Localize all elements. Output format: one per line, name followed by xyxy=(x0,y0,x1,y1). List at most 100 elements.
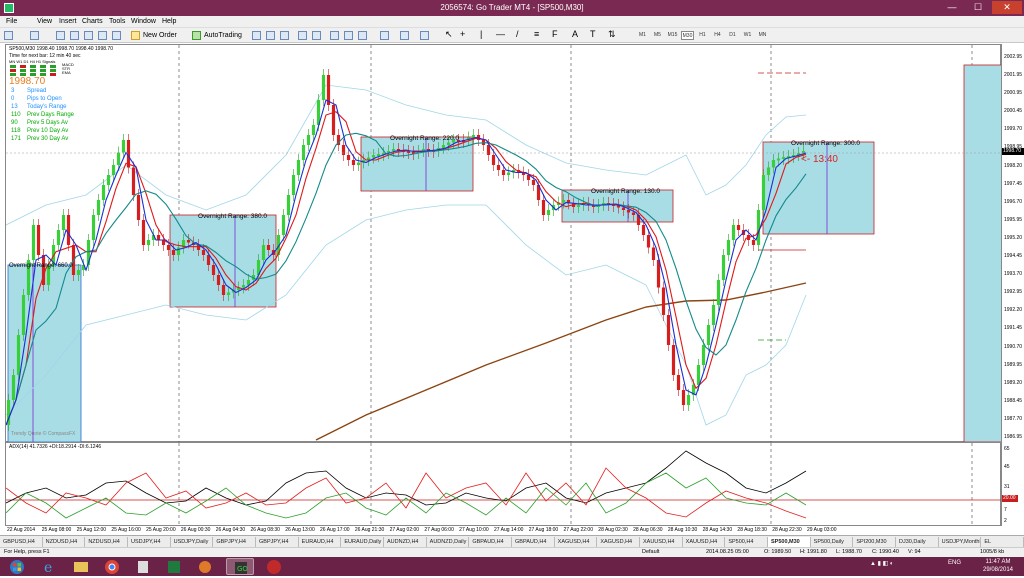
price-axis[interactable]: 2002.95 2001.95 2000.95 2000.45 1999.70 1998.… xyxy=(1001,44,1024,526)
time-axis-label: 26 Aug 13:00 xyxy=(285,527,315,533)
vertical-line-icon[interactable]: | xyxy=(480,29,482,39)
tile-windows-icon[interactable] xyxy=(330,31,339,40)
new-order-button[interactable]: New Order xyxy=(143,32,177,39)
channel-icon[interactable]: ≡ xyxy=(534,29,539,39)
chart-tab[interactable]: XAUUSD,H4 xyxy=(640,537,683,547)
text-icon[interactable]: A xyxy=(572,29,578,39)
chart-tab[interactable]: NZDUSD,H4 xyxy=(85,537,128,547)
chart-tab[interactable]: GBPJPY,H4 xyxy=(256,537,299,547)
menu-window[interactable]: Window xyxy=(131,18,156,25)
templates-icon[interactable] xyxy=(420,31,429,40)
close-button[interactable]: ✕ xyxy=(992,1,1022,14)
language-indicator[interactable]: ENG xyxy=(948,560,961,566)
chart-tab[interactable]: SP500,M30 xyxy=(768,537,811,547)
candle xyxy=(561,200,566,203)
bar-chart-icon[interactable] xyxy=(252,31,261,40)
metatrader-icon[interactable]: GO xyxy=(226,558,254,575)
chart-tab[interactable]: GBPAUD,H4 xyxy=(469,537,512,547)
calculator-icon[interactable] xyxy=(129,558,157,575)
chart-tab[interactable]: XAGUSD,H4 xyxy=(555,537,598,547)
trendline-icon[interactable]: / xyxy=(516,29,519,39)
chart-app-icon[interactable] xyxy=(260,558,288,575)
chart-shift-icon[interactable] xyxy=(344,31,353,40)
candle xyxy=(221,285,226,295)
line-chart-icon[interactable] xyxy=(280,31,289,40)
tf-m1[interactable]: M1 xyxy=(636,31,649,40)
start-button[interactable] xyxy=(2,558,32,575)
market-watch-icon[interactable] xyxy=(56,31,65,40)
chart-tab[interactable]: GBPJPY,H4 xyxy=(213,537,256,547)
price-axis-label: 1998.20 xyxy=(1004,162,1023,169)
tf-h4[interactable]: H4 xyxy=(711,31,724,40)
candle xyxy=(356,162,361,165)
tf-w1[interactable]: W1 xyxy=(741,31,754,40)
chart-tab[interactable]: SPI200,M30 xyxy=(853,537,896,547)
chart-tab[interactable]: USDJPY,Monthly xyxy=(939,537,982,547)
adx-indicator-pane[interactable]: ADX(14) 41.7326 +DI:18.2914 -DI:6.1246 xyxy=(5,442,1002,527)
cursor-icon[interactable]: ↖ xyxy=(445,29,453,40)
autotrading-button[interactable]: AutoTrading xyxy=(204,32,242,39)
chart-tab[interactable]: AUDNZD,H4 xyxy=(384,537,427,547)
chart-tab[interactable]: XAUUSD,H4 xyxy=(683,537,726,547)
menu-view[interactable]: View xyxy=(37,18,52,25)
ie-icon[interactable]: e xyxy=(36,558,64,576)
chart-tab[interactable]: DJ30,Daily xyxy=(896,537,939,547)
minimize-button[interactable]: — xyxy=(940,1,964,14)
chart-tab[interactable]: SP500,Daily xyxy=(811,537,854,547)
candle xyxy=(226,292,231,295)
paint-icon[interactable] xyxy=(191,558,219,575)
indicators-icon[interactable] xyxy=(380,31,389,40)
zoom-out-icon[interactable] xyxy=(312,31,321,40)
chart-tab[interactable]: AUDNZD,Daily xyxy=(427,537,470,547)
tf-d1[interactable]: D1 xyxy=(726,31,739,40)
crosshair-icon[interactable]: + xyxy=(460,29,465,39)
excel-icon[interactable] xyxy=(160,558,188,575)
navigator-icon[interactable] xyxy=(84,31,93,40)
chart-tab[interactable]: XAGUSD,H4 xyxy=(597,537,640,547)
chart-tab[interactable]: USDJPY,Daily xyxy=(171,537,214,547)
data-window-icon[interactable] xyxy=(70,31,79,40)
tf-m15[interactable]: M15 xyxy=(666,31,679,40)
price-chart-canvas[interactable] xyxy=(6,45,1002,443)
chart-tab[interactable]: NZDUSD,H4 xyxy=(43,537,86,547)
tf-h1[interactable]: H1 xyxy=(696,31,709,40)
new-chart-icon[interactable] xyxy=(4,31,13,40)
profiles-icon[interactable] xyxy=(30,31,39,40)
zoom-in-icon[interactable] xyxy=(298,31,307,40)
new-order-icon[interactable] xyxy=(131,31,140,40)
fibonacci-icon[interactable]: F xyxy=(552,29,558,39)
chart-tab[interactable]: GBPAUD,H4 xyxy=(512,537,555,547)
file-explorer-icon[interactable] xyxy=(67,558,95,575)
menu-tools[interactable]: Tools xyxy=(109,18,125,25)
periods-icon[interactable] xyxy=(400,31,409,40)
terminal-icon[interactable] xyxy=(98,31,107,40)
chart-tab[interactable]: GBPUSD,H4 xyxy=(0,537,43,547)
taskbar-clock[interactable]: 11:47 AM 29/08/2014 xyxy=(975,558,1021,574)
tester-icon[interactable] xyxy=(112,31,121,40)
chart-tab[interactable]: EURAUD,Daily xyxy=(341,537,384,547)
menu-insert[interactable]: Insert xyxy=(59,18,77,25)
time-axis-label: 25 Aug 08:00 xyxy=(41,527,72,533)
arrows-icon[interactable]: ⇅ xyxy=(608,29,616,40)
tray-icons[interactable]: ▲ ▮ ◧ ◐ xyxy=(870,560,894,567)
menu-file[interactable]: File xyxy=(6,18,17,25)
chart-tab[interactable]: EURAUD,H4 xyxy=(299,537,342,547)
signal-dot xyxy=(10,69,16,72)
chart-tab[interactable]: SP500,H4 xyxy=(725,537,768,547)
menu-charts[interactable]: Charts xyxy=(82,18,103,25)
tf-m30[interactable]: M30 xyxy=(681,31,694,40)
candle xyxy=(321,75,326,100)
label-icon[interactable]: T xyxy=(590,29,596,39)
candlestick-icon[interactable] xyxy=(266,31,275,40)
tf-mn[interactable]: MN xyxy=(756,31,769,40)
chrome-icon[interactable] xyxy=(98,558,126,575)
chart-tab[interactable]: USDJPY,H4 xyxy=(128,537,171,547)
tf-m5[interactable]: M5 xyxy=(651,31,664,40)
maximize-button[interactable]: ☐ xyxy=(966,1,990,14)
autotrading-icon[interactable] xyxy=(192,31,201,40)
autoscroll-icon[interactable] xyxy=(358,31,367,40)
horizontal-line-icon[interactable]: — xyxy=(496,29,505,39)
chart-tab[interactable]: EL xyxy=(981,537,1024,547)
price-chart[interactable]: SP500,M30 1998.40 1998.70 1998.40 1998.7… xyxy=(5,44,1002,443)
menu-help[interactable]: Help xyxy=(162,18,176,25)
